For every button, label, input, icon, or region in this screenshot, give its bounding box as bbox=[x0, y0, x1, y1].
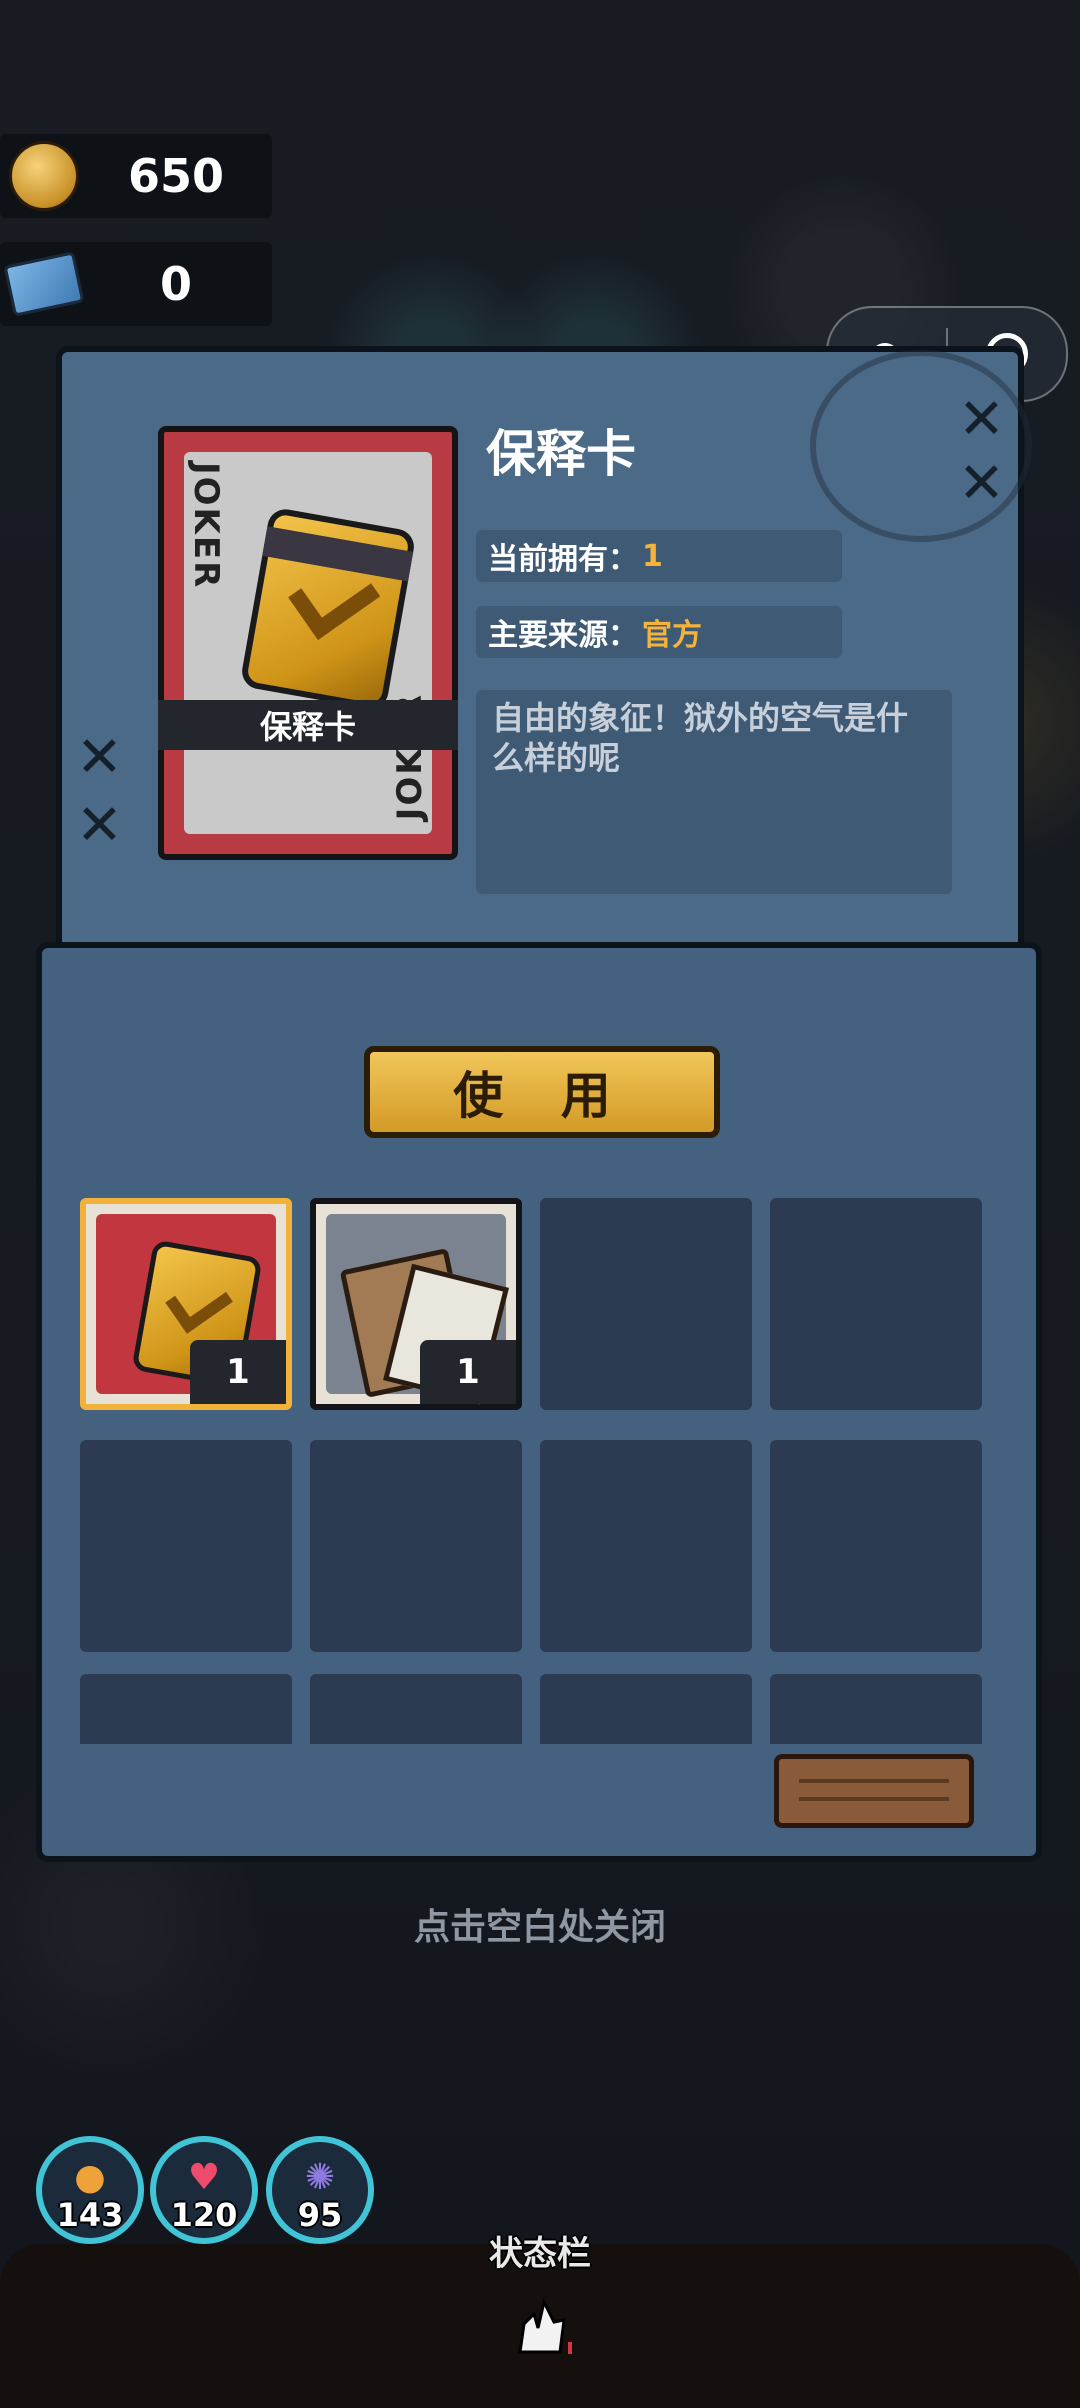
bail-card-art: JOKER JOKER bbox=[158, 426, 458, 860]
inventory-slot-empty[interactable] bbox=[770, 1198, 982, 1410]
close-hint: 点击空白处关闭 bbox=[413, 1907, 666, 1948]
coin-value: 650 bbox=[127, 149, 225, 203]
joker-text-top: JOKER bbox=[186, 462, 226, 590]
source-row: 主要来源： 官方 bbox=[476, 606, 842, 658]
x-decoration-icon: ✕ bbox=[958, 387, 1005, 452]
hunger-icon: ● bbox=[74, 2157, 106, 2198]
card-name-band: 保释卡 bbox=[158, 700, 458, 750]
x-decoration-icon: ✕ bbox=[76, 725, 123, 790]
wooden-plank-decoration bbox=[774, 1754, 974, 1828]
coin-icon bbox=[8, 140, 80, 212]
use-button[interactable]: 使 用 bbox=[364, 1046, 720, 1138]
owned-value: 1 bbox=[642, 538, 663, 574]
inventory-slot-empty[interactable] bbox=[310, 1674, 522, 1744]
inventory-slot-empty[interactable] bbox=[540, 1674, 752, 1744]
inventory-slot-empty[interactable] bbox=[770, 1440, 982, 1652]
inventory-slot-empty[interactable] bbox=[540, 1440, 752, 1652]
ticket-counter: 0 bbox=[0, 242, 272, 326]
inventory-grid: 1 1 bbox=[80, 1198, 1000, 1744]
flame-hand-icon[interactable] bbox=[510, 2294, 574, 2358]
owned-label: 当前拥有： bbox=[488, 542, 638, 577]
item-description: 自由的象征！狱外的空气是什么样的呢 bbox=[476, 690, 952, 894]
coin-counter: 650 bbox=[0, 134, 272, 218]
item-count: 1 bbox=[420, 1340, 516, 1404]
gold-shield-icon bbox=[239, 506, 417, 712]
source-label: 主要来源： bbox=[488, 618, 638, 653]
source-value: 官方 bbox=[642, 618, 702, 653]
ticket-icon bbox=[3, 248, 85, 320]
brain-icon: ✺ bbox=[304, 2157, 336, 2198]
inventory-slot-empty[interactable] bbox=[540, 1198, 752, 1410]
x-decoration-icon: ✕ bbox=[76, 793, 123, 858]
x-decoration-icon: ✕ bbox=[958, 451, 1005, 516]
inventory-slot-document[interactable]: 1 bbox=[310, 1198, 522, 1410]
inventory-slot-empty[interactable] bbox=[80, 1440, 292, 1652]
inventory-slot-empty[interactable] bbox=[80, 1674, 292, 1744]
card-face: JOKER JOKER bbox=[184, 452, 432, 834]
inventory-slot-empty[interactable] bbox=[770, 1674, 982, 1744]
inventory-slot-bail-card[interactable]: 1 bbox=[80, 1198, 292, 1410]
ticket-value: 0 bbox=[159, 257, 192, 311]
item-count: 1 bbox=[190, 1340, 286, 1404]
owned-row: 当前拥有： 1 bbox=[476, 530, 842, 582]
item-title: 保释卡 bbox=[486, 425, 636, 483]
status-bar-title: 状态栏 bbox=[489, 2234, 591, 2274]
heart-icon: ♥ bbox=[187, 2157, 221, 2198]
inventory-slot-empty[interactable] bbox=[310, 1440, 522, 1652]
